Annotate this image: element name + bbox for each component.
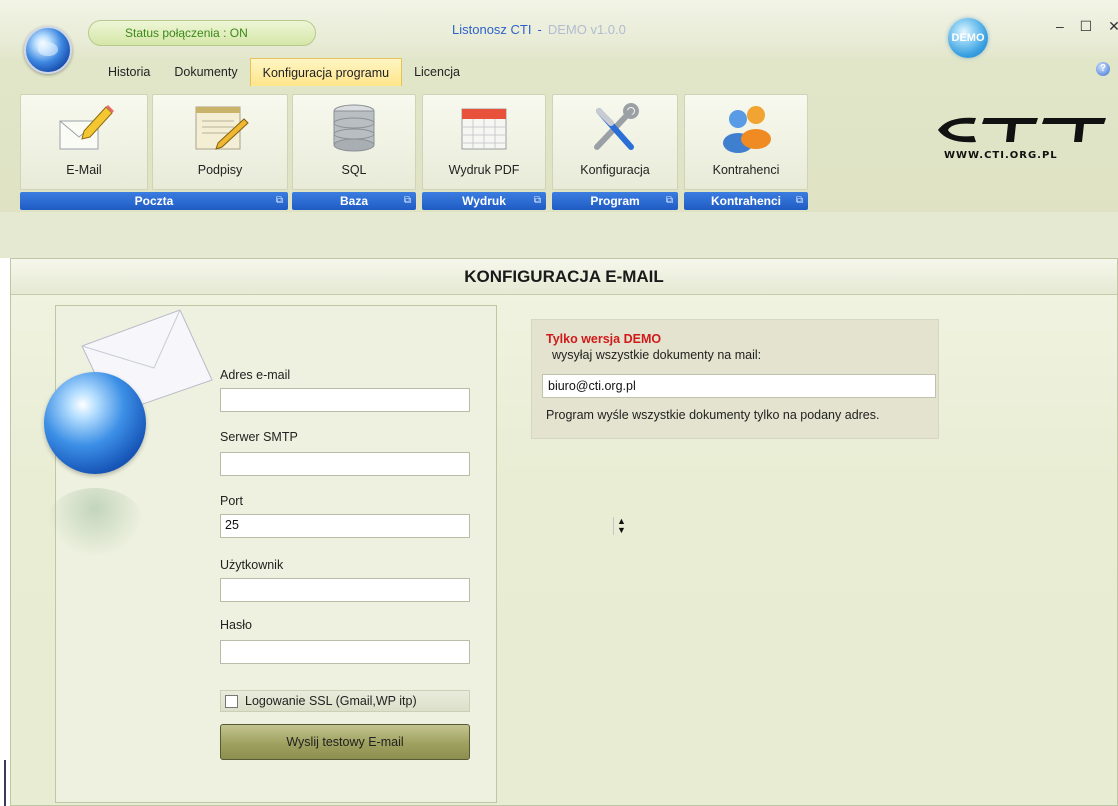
send-test-email-button[interactable]: Wyslij testowy E-mail [220,724,470,760]
ribbon-group-program: Konfiguracja Program ⧉ [552,92,678,214]
dialog-launcher-icon[interactable]: ⧉ [404,192,411,210]
ribbon-group-wydruk: Wydruk PDF Wydruk ⧉ [422,92,546,214]
smtp-server-field[interactable] [220,452,470,476]
konfiguracja-button[interactable]: Konfiguracja [552,94,678,190]
dialog-launcher-icon[interactable]: ⧉ [796,192,803,210]
ribbon-group-poczta: E-Mail Podpisy Poczta ⧉ [20,92,288,214]
ssl-checkbox[interactable] [225,695,238,708]
podpisy-button[interactable]: Podpisy [152,94,288,190]
kontrahenci-button[interactable]: Kontrahenci [684,94,808,190]
demo-title: Tylko wersja DEMO [546,332,662,346]
help-icon[interactable]: ? [1096,62,1110,76]
app-name: Listonosz CTI [452,22,532,37]
group-bar-wydruk: Wydruk ⧉ [422,192,546,210]
demo-email-field[interactable] [542,374,936,398]
group-bar-program: Program ⧉ [552,192,678,210]
port-label: Port [220,494,243,508]
wydruk-pdf-button[interactable]: Wydruk PDF [422,94,546,190]
ribbon-tabs: Historia Dokumenty Konfiguracja programu… [96,58,472,86]
app-version: DEMO v1.0.0 [547,22,626,37]
users-icon [723,106,771,153]
demo-badge: DEMO [948,18,988,58]
group-bar-baza: Baza ⧉ [292,192,416,210]
group-label-baza: Baza [339,194,368,208]
ribbon-spacer [0,212,1118,258]
port-stepper[interactable]: 25 ▲ ▼ [220,514,626,538]
email-button-label: E-Mail [66,163,102,177]
window-controls[interactable]: – ☐ ✕ [1056,18,1118,35]
ssl-label: Logowanie SSL (Gmail,WP itp) [245,694,417,708]
ribbon-group-baza: SQL Baza ⧉ [292,92,416,214]
email-field[interactable] [220,388,470,412]
signature-pen-icon [195,106,249,150]
title-separator: - [537,22,542,37]
group-bar-kontrahenci: Kontrahenci ⧉ [684,192,808,210]
smtp-label: Serwer SMTP [220,430,298,444]
dialog-launcher-icon[interactable]: ⧉ [534,192,541,210]
calendar-icon [461,108,507,150]
email-button[interactable]: E-Mail [20,94,148,190]
podpisy-button-label: Podpisy [197,163,243,177]
group-label-kontrahenci: Kontrahenci [710,194,781,208]
group-label-program: Program [590,194,640,208]
email-edit-icon [59,105,114,150]
main-panel: KONFIGURACJA E-MAIL Adres e-mail Serwer … [10,258,1118,806]
window-edge [4,760,6,806]
tools-icon [594,103,639,150]
demo-note: Program wyśle wszystkie dokumenty tylko … [546,408,880,422]
demo-notice: Tylko wersja DEMO wysyłaj wszystkie doku… [531,319,939,439]
ssl-option[interactable]: Logowanie SSL (Gmail,WP itp) [220,690,470,712]
dialog-launcher-icon[interactable]: ⧉ [666,192,673,210]
globe-reflection [46,488,144,558]
wydruk-pdf-button-label: Wydruk PDF [448,163,520,177]
globe-icon [44,372,146,474]
cti-logo-mark [938,117,1106,143]
window-title: Listonosz CTI - DEMO v1.0.0 [452,22,626,37]
port-value: 25 [225,518,239,532]
kontrahenci-button-label: Kontrahenci [712,163,780,177]
tab-konfiguracja-programu[interactable]: Konfiguracja programu [249,58,403,86]
sql-button[interactable]: SQL [292,94,416,190]
group-bar-poczta: Poczta ⧉ [20,192,288,210]
password-field[interactable] [220,640,470,664]
connection-status: Status połączenia : ON [88,20,316,46]
tab-dokumenty[interactable]: Dokumenty [162,58,249,86]
sql-button-label: SQL [341,163,367,177]
app-globe-icon[interactable] [24,26,72,74]
password-label: Hasło [220,618,252,632]
user-label: Użytkownik [220,558,284,572]
group-label-poczta: Poczta [134,194,174,208]
page-title: KONFIGURACJA E-MAIL [11,259,1117,295]
tab-historia[interactable]: Historia [96,58,162,86]
group-label-wydruk: Wydruk [462,194,506,208]
email-config-form: Adres e-mail Serwer SMTP Port 25 ▲ ▼ Użyt… [44,305,626,803]
username-field[interactable] [220,578,470,602]
database-icon [333,104,375,152]
ribbon-group-kontrahenci: Kontrahenci Kontrahenci ⧉ [684,92,808,214]
ribbon-area: Status połączenia : ON Listonosz CTI - DEM… [0,0,1118,212]
dialog-launcher-icon[interactable]: ⧉ [276,192,283,210]
konfiguracja-button-label: Konfiguracja [580,163,650,177]
tab-licencja[interactable]: Licencja [402,58,472,86]
demo-subtitle: wysyłaj wszystkie dokumenty na mail: [552,348,762,362]
cti-logo-url: WWW.CTI.ORG.PL [944,150,1058,161]
email-label: Adres e-mail [220,368,291,382]
cti-logo: WWW.CTI.ORG.PL [928,110,1112,214]
spin-arrows-icon[interactable]: ▲ ▼ [613,517,629,535]
connection-status-label: Status połączenia : ON [125,26,248,40]
